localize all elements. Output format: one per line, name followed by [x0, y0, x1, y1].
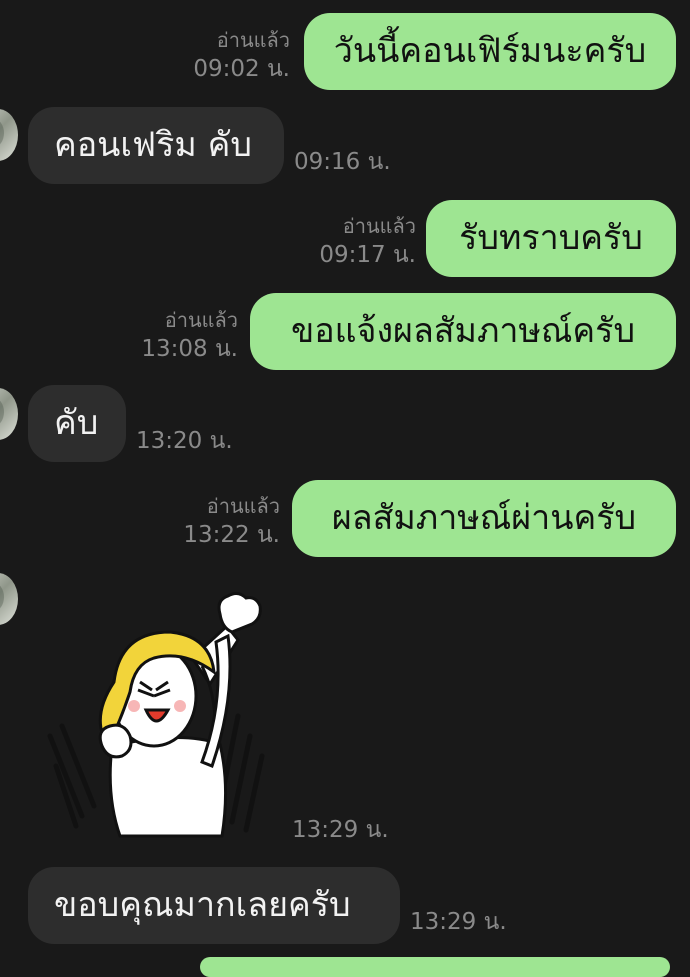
message-meta: 13:29 น.: [410, 908, 507, 937]
read-receipt: อ่านแล้ว: [342, 214, 416, 238]
incoming-message-bubble[interactable]: คับ: [28, 385, 126, 462]
message-time: 09:16 น.: [294, 149, 391, 175]
message-meta: อ่านแล้ว 13:22 น.: [183, 492, 280, 550]
outgoing-message-bubble[interactable]: ผลสัมภาษณ์ผ่านครับ: [292, 480, 676, 557]
message-text: ขอบคุณมากเลยครับ: [54, 885, 351, 925]
cheering-raised-fist-sticker[interactable]: [42, 586, 272, 842]
message-meta: 13:20 น.: [136, 427, 233, 456]
message-time: 13:29 น.: [292, 817, 389, 843]
read-receipt: อ่านแล้ว: [164, 308, 238, 332]
read-receipt: อ่านแล้ว: [216, 28, 290, 52]
message-meta: อ่านแล้ว 13:08 น.: [141, 306, 238, 364]
message-text: วันนี้คอนเฟิร์มนะครับ: [333, 31, 647, 71]
message-meta: อ่านแล้ว 09:02 น.: [193, 26, 290, 84]
read-receipt: อ่านแล้ว: [206, 494, 280, 518]
message-time: 13:20 น.: [136, 428, 233, 454]
outgoing-message-bubble-partial[interactable]: [200, 957, 670, 977]
contact-avatar[interactable]: [0, 388, 18, 440]
contact-avatar[interactable]: [0, 109, 18, 161]
message-text: คอนเฟริม คับ: [54, 125, 252, 165]
message-meta: 09:16 น.: [294, 148, 391, 177]
message-meta: 13:29 น.: [292, 816, 389, 845]
outgoing-message-bubble[interactable]: ขอแจ้งผลสัมภาษณ์ครับ: [250, 293, 676, 370]
message-text: รับทราบครับ: [459, 218, 643, 258]
message-text: ผลสัมภาษณ์ผ่านครับ: [331, 498, 637, 538]
message-time: 13:08 น.: [141, 336, 238, 362]
incoming-message-bubble[interactable]: คอนเฟริม คับ: [28, 107, 284, 184]
message-text: ขอแจ้งผลสัมภาษณ์ครับ: [290, 311, 636, 351]
message-time: 09:02 น.: [193, 56, 290, 82]
incoming-message-bubble[interactable]: ขอบคุณมากเลยครับ: [28, 867, 400, 944]
message-time: 13:22 น.: [183, 522, 280, 548]
outgoing-message-bubble[interactable]: รับทราบครับ: [426, 200, 676, 277]
message-meta: อ่านแล้ว 09:17 น.: [319, 212, 416, 270]
message-time: 13:29 น.: [410, 909, 507, 935]
outgoing-message-bubble[interactable]: วันนี้คอนเฟิร์มนะครับ: [304, 13, 676, 90]
sticker-image: [47, 591, 265, 838]
message-text: คับ: [54, 403, 99, 443]
message-time: 09:17 น.: [319, 242, 416, 268]
contact-avatar[interactable]: [0, 573, 18, 625]
